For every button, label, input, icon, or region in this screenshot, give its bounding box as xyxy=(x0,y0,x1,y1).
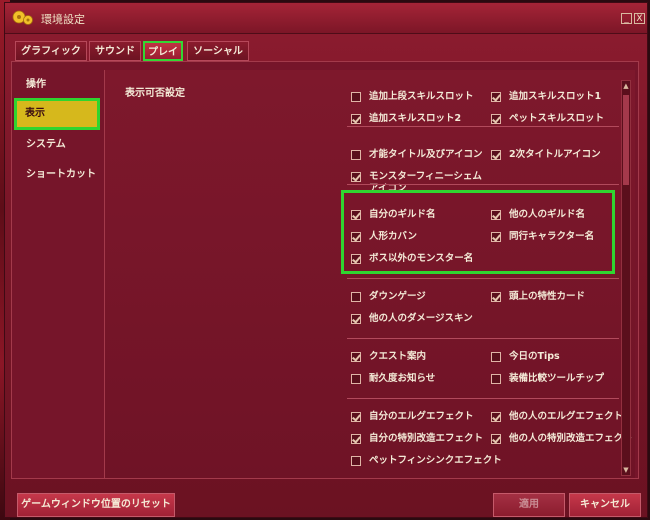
highlight-box xyxy=(341,190,615,274)
scrollbar[interactable]: ▲ ▼ xyxy=(621,80,631,476)
settings-window: 環境設定 _ X グラフィック サウンド プレイ ソーシャル 操作 表示 システ… xyxy=(4,2,648,518)
minimize-button[interactable]: _ xyxy=(621,13,632,24)
scroll-up-icon[interactable]: ▲ xyxy=(622,81,630,91)
option-label: 他の人のエルグエフェクト xyxy=(509,411,624,422)
option-label: ペットスキルスロット xyxy=(509,113,605,124)
tab-graphics[interactable]: グラフィック xyxy=(15,41,87,61)
cancel-button[interactable]: キャンセル xyxy=(569,493,641,517)
checkbox[interactable] xyxy=(491,412,501,422)
checkbox[interactable] xyxy=(351,314,361,324)
option-label: ペットフィンシンクエフェクト xyxy=(369,455,502,466)
tab-sound[interactable]: サウンド xyxy=(89,41,141,61)
checkbox[interactable] xyxy=(351,150,361,160)
title-bar[interactable]: 環境設定 _ X xyxy=(5,3,647,34)
option-label: 他の人の特別改造エフェクト xyxy=(509,433,633,444)
option-label: 才能タイトル及びアイコン xyxy=(369,149,483,160)
settings-panel: 操作 表示 システム ショートカット 表示可否設定 追加上段スキルスロット 追加ス… xyxy=(11,61,639,479)
tab-play[interactable]: プレイ xyxy=(143,41,183,61)
checkbox[interactable] xyxy=(491,434,501,444)
option-label: クエスト案内 xyxy=(369,351,427,362)
option-label: 今日のTips xyxy=(509,351,560,362)
divider xyxy=(347,278,619,279)
checkbox[interactable] xyxy=(491,114,501,124)
checkbox[interactable] xyxy=(491,352,501,362)
divider xyxy=(347,398,619,399)
checkbox[interactable] xyxy=(491,150,501,160)
checkbox[interactable] xyxy=(351,172,361,182)
checkbox[interactable] xyxy=(491,374,501,384)
window-title: 環境設定 xyxy=(41,13,85,26)
sidebar-item-shortcut[interactable]: ショートカット xyxy=(18,162,100,188)
apply-button[interactable]: 適用 xyxy=(493,493,565,517)
option-label: 自分の特別改造エフェクト xyxy=(369,433,484,444)
checkbox[interactable] xyxy=(351,352,361,362)
checkbox[interactable] xyxy=(351,92,361,102)
checkbox[interactable] xyxy=(351,456,361,466)
divider xyxy=(347,126,619,127)
divider xyxy=(347,184,619,185)
option-label: 2次タイトルアイコン xyxy=(509,149,601,160)
option-label: 追加スキルスロット1 xyxy=(509,91,602,102)
checkbox[interactable] xyxy=(351,434,361,444)
option-label: 追加スキルスロット2 xyxy=(369,113,462,124)
checkbox[interactable] xyxy=(491,92,501,102)
option-label: 頭上の特性カード xyxy=(509,291,586,302)
option-label: ダウンゲージ xyxy=(369,291,426,302)
gear-icon xyxy=(12,10,33,25)
checkbox[interactable] xyxy=(351,292,361,302)
close-button[interactable]: X xyxy=(634,13,645,24)
reset-window-position-button[interactable]: ゲームウィンドウ位置のリセット xyxy=(17,493,175,517)
checkbox[interactable] xyxy=(351,114,361,124)
scroll-thumb[interactable] xyxy=(623,95,629,185)
checkbox[interactable] xyxy=(351,374,361,384)
tab-social[interactable]: ソーシャル xyxy=(187,41,249,61)
option-label: 耐久度お知らせ xyxy=(369,373,436,384)
divider xyxy=(347,338,619,339)
option-label: 追加上段スキルスロット xyxy=(369,91,474,102)
option-label: 自分のエルグエフェクト xyxy=(369,411,474,422)
sidebar-item-system[interactable]: システム xyxy=(18,132,100,158)
sidebar-item-display[interactable]: 表示 xyxy=(14,98,100,130)
scroll-down-icon[interactable]: ▼ xyxy=(622,465,630,475)
sidebar-item-controls[interactable]: 操作 xyxy=(18,72,100,98)
checkbox[interactable] xyxy=(351,412,361,422)
checkbox[interactable] xyxy=(491,292,501,302)
section-label: 表示可否設定 xyxy=(125,88,185,99)
content-area: 表示可否設定 追加上段スキルスロット 追加スキルスロット1 追加スキルスロット2 ペッ… xyxy=(104,70,635,478)
option-label: 装備比較ツールチップ xyxy=(509,373,605,384)
option-label: 他の人のダメージスキン xyxy=(369,313,473,324)
